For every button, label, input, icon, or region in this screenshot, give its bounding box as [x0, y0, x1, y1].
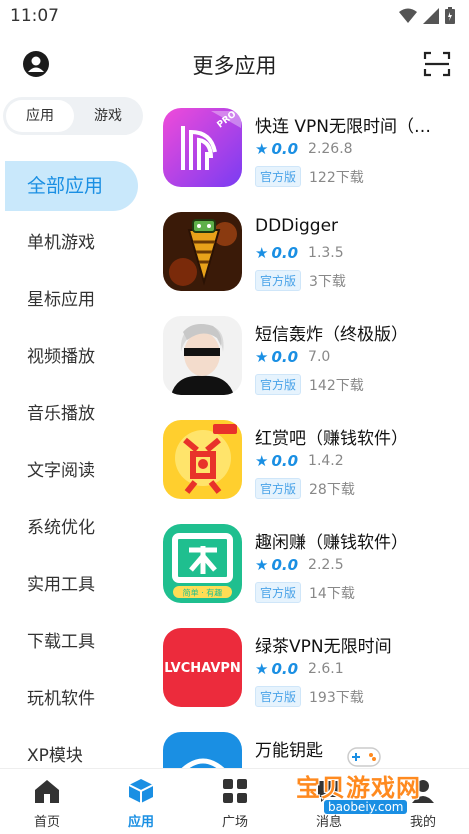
app-version: 1.3.5	[308, 245, 344, 261]
sidebar-item-tweaks[interactable]: 玩机软件	[0, 674, 150, 724]
app-header: 更多应用	[0, 32, 469, 96]
app-version: 2.6.1	[308, 661, 344, 677]
app-name: 短信轰炸（终极版）	[255, 325, 408, 345]
app-info-row: 官方版 122下载	[255, 166, 364, 187]
status-icons	[399, 7, 455, 24]
app-rating: 0.0	[271, 348, 299, 366]
list-item[interactable]: DDDigger ★ 0.0 1.3.5 官方版 3下载	[160, 204, 460, 304]
sidebar-item-system[interactable]: 系统优化	[0, 503, 150, 553]
letsvpn-icon: PRO	[163, 108, 242, 187]
star-icon: ★	[255, 556, 269, 574]
app-rating: 0.0	[271, 452, 299, 470]
tab-label: 首页	[33, 815, 60, 830]
official-badge: 官方版	[255, 270, 302, 291]
app-info-row: 官方版 14下载	[255, 582, 355, 603]
app-version: 2.2.5	[308, 557, 344, 573]
tab-label: 广场	[221, 815, 248, 830]
dddigger-icon	[163, 212, 242, 291]
app-rating: 0.0	[271, 244, 299, 262]
app-downloads: 142下载	[309, 377, 364, 394]
tab-apps[interactable]: 应用	[94, 769, 188, 834]
official-badge: 官方版	[255, 686, 302, 707]
icon-wordmark: LVCHAVPN	[164, 661, 241, 676]
hongshangba-icon	[163, 420, 242, 499]
sidebar-item-starred[interactable]: 星标应用	[0, 275, 150, 325]
app-info-row: 官方版 28下载	[255, 478, 355, 499]
signal-icon	[423, 7, 439, 24]
watermark-url: baobeiy.com	[324, 800, 408, 814]
watermark: 宝贝游戏网 baobeiy.com	[286, 738, 436, 818]
official-badge: 官方版	[255, 478, 302, 499]
app-downloads: 3下载	[309, 273, 346, 290]
star-icon: ★	[255, 452, 269, 470]
app-version: 7.0	[308, 349, 331, 365]
star-icon: ★	[255, 244, 269, 262]
lvcha-vpn-icon: LVCHAVPN	[163, 628, 242, 707]
app-name: 红赏吧（赚钱软件）	[255, 429, 408, 449]
status-time: 11:07	[10, 6, 59, 26]
app-downloads: 122下载	[309, 169, 364, 186]
sms-bomb-icon	[163, 316, 242, 395]
list-item[interactable]: PRO 快连 VPN无限时间（… ★ 0.0 2.26.8 官方版 122下载	[160, 100, 460, 200]
list-item[interactable]: 短信轰炸（终极版） ★ 0.0 7.0 官方版 142下载	[160, 308, 460, 408]
app-version: 2.26.8	[308, 141, 353, 157]
official-badge: 官方版	[255, 166, 302, 187]
app-meta: ★ 0.0 1.3.5	[255, 244, 344, 262]
gamepad-icon	[347, 747, 381, 767]
list-item[interactable]: 红赏吧（赚钱软件） ★ 0.0 1.4.2 官方版 28下载	[160, 412, 460, 512]
quxianzhuan-icon: 简单 · 有趣	[163, 524, 242, 603]
app-meta: ★ 0.0 1.4.2	[255, 452, 344, 470]
official-badge: 官方版	[255, 582, 302, 603]
sidebar-item-offline-games[interactable]: 单机游戏	[0, 218, 150, 268]
segment-apps[interactable]: 应用	[6, 100, 74, 132]
official-badge: 官方版	[255, 374, 302, 395]
app-meta: ★ 0.0 2.2.5	[255, 556, 344, 574]
app-name: 绿茶VPN无限时间	[255, 637, 392, 657]
app-rating: 0.0	[271, 556, 299, 574]
app-downloads: 193下载	[309, 689, 364, 706]
list-item[interactable]: 简单 · 有趣 趣闲赚（赚钱软件） ★ 0.0 2.2.5 官方版 14下载	[160, 516, 460, 616]
wifi-icon	[399, 8, 417, 23]
star-icon: ★	[255, 348, 269, 366]
star-icon: ★	[255, 140, 269, 158]
app-rating: 0.0	[271, 140, 299, 158]
category-segment: 应用 游戏	[3, 97, 143, 135]
watermark-text: 宝贝游戏网	[296, 774, 421, 802]
app-name: DDDigger	[255, 216, 339, 236]
star-icon: ★	[255, 660, 269, 678]
scan-icon[interactable]	[423, 50, 451, 78]
sidebar-item-music[interactable]: 音乐播放	[0, 389, 150, 439]
app-meta: ★ 0.0 7.0	[255, 348, 330, 366]
app-version: 1.4.2	[308, 453, 344, 469]
app-meta: ★ 0.0 2.26.8	[255, 140, 353, 158]
home-icon	[35, 780, 59, 803]
tab-label: 应用	[127, 815, 154, 830]
tab-home[interactable]: 首页	[0, 769, 94, 834]
sidebar-item-reading[interactable]: 文字阅读	[0, 446, 150, 496]
tab-square[interactable]: 广场	[188, 769, 282, 834]
app-name: 趣闲赚（赚钱软件）	[255, 533, 408, 553]
app-info-row: 官方版 142下载	[255, 374, 364, 395]
app-downloads: 28下载	[309, 481, 355, 498]
sidebar-item-tools[interactable]: 实用工具	[0, 560, 150, 610]
segment-games[interactable]: 游戏	[74, 97, 142, 135]
icon-slogan: 简单 · 有趣	[183, 588, 223, 598]
cube-icon	[128, 779, 154, 803]
sidebar-item-all[interactable]: 全部应用	[5, 161, 138, 211]
battery-icon	[445, 7, 455, 24]
sidebar-item-video[interactable]: 视频播放	[0, 332, 150, 382]
grid-icon	[223, 779, 247, 803]
page-title: 更多应用	[192, 54, 277, 78]
app-name: 快连 VPN无限时间（…	[255, 117, 432, 137]
app-info-row: 官方版 3下载	[255, 270, 346, 291]
list-item[interactable]: LVCHAVPN 绿茶VPN无限时间 ★ 0.0 2.6.1 官方版 193下载	[160, 620, 460, 720]
app-meta: ★ 0.0 2.6.1	[255, 660, 344, 678]
app-rating: 0.0	[271, 660, 299, 678]
app-downloads: 14下载	[309, 585, 355, 602]
sidebar-item-download[interactable]: 下载工具	[0, 617, 150, 667]
app-info-row: 官方版 193下载	[255, 686, 364, 707]
status-bar: 11:07	[0, 0, 469, 32]
